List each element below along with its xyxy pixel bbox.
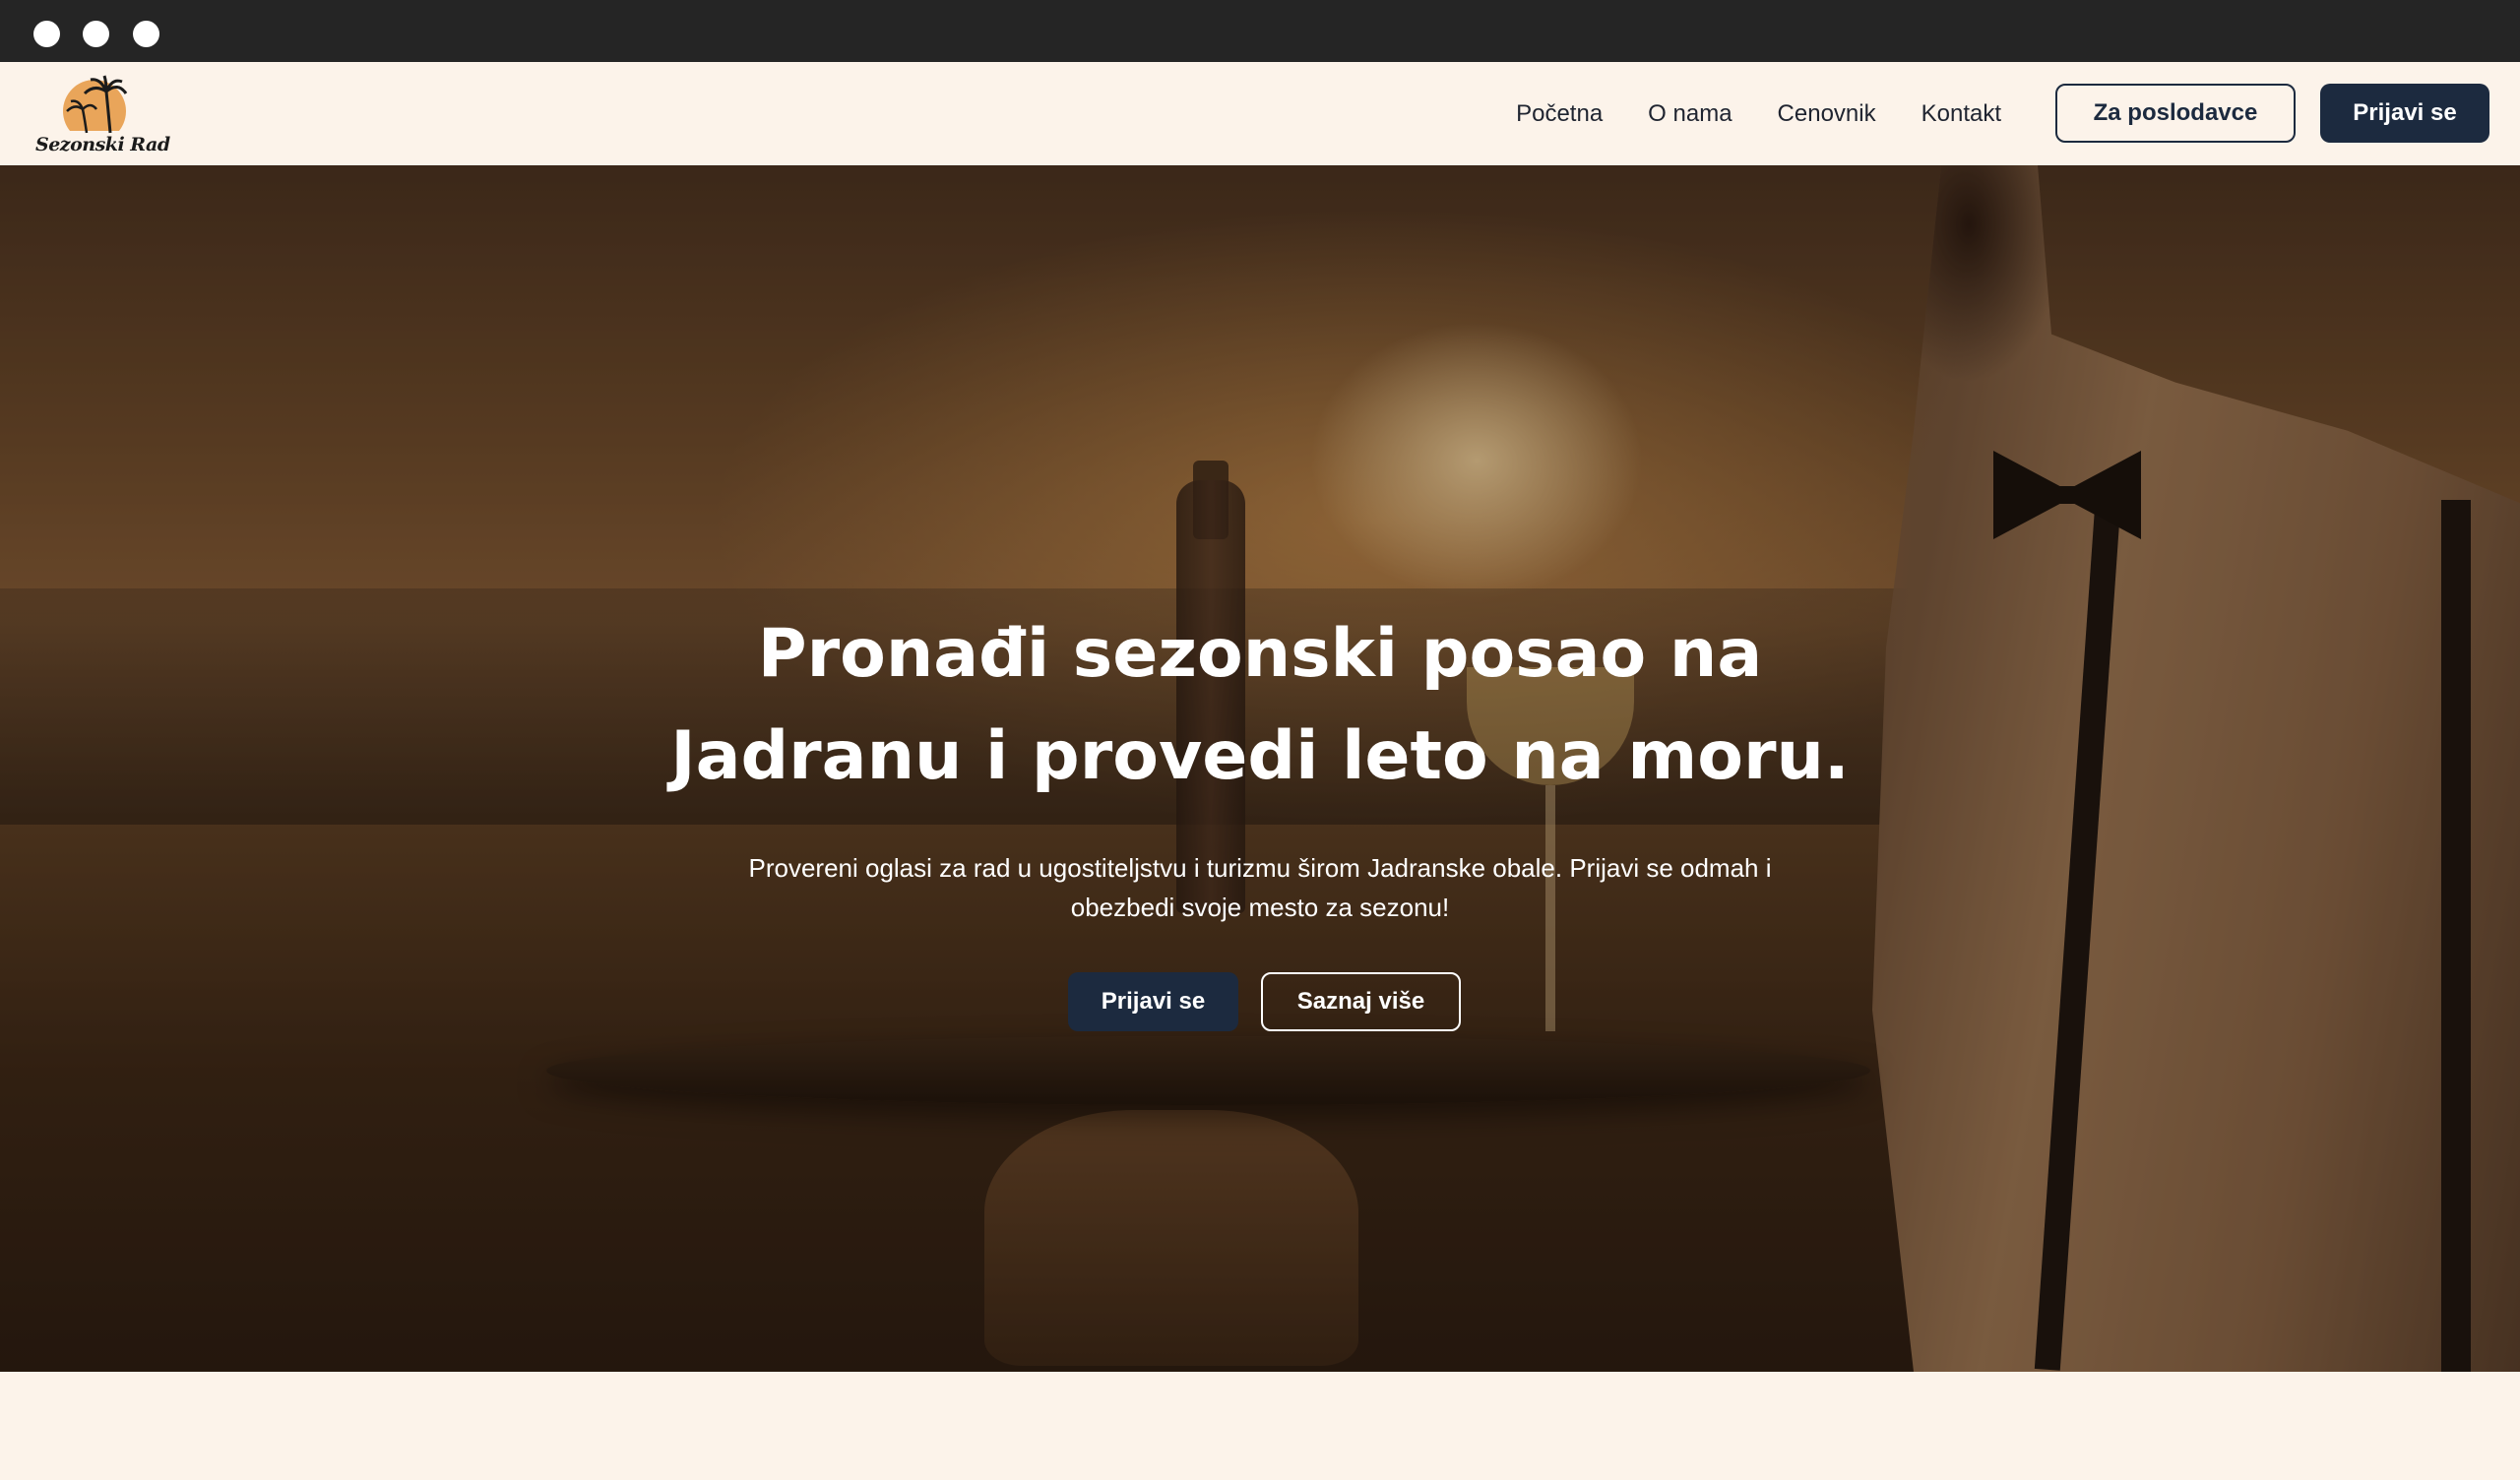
hero-section: Pronađi sezonski posao na Jadranu i prov… bbox=[0, 165, 2520, 1372]
header-signup-button[interactable]: Prijavi se bbox=[2320, 84, 2489, 143]
hero-title-line-1: Pronađi sezonski posao na bbox=[757, 615, 1763, 693]
palm-tree-sun-icon bbox=[35, 75, 158, 137]
learn-more-button[interactable]: Saznaj više bbox=[1261, 972, 1461, 1031]
main-nav: Početna O nama Cenovnik Kontakt bbox=[1516, 62, 2001, 165]
window-titlebar bbox=[0, 0, 2520, 62]
minimize-window-dot[interactable] bbox=[83, 21, 109, 47]
hero-title-line-2: Jadranu i provedi leto na moru. bbox=[670, 717, 1850, 795]
hero-subtitle-line-1: Provereni oglasi za rad u ugostiteljstvu… bbox=[748, 853, 1772, 883]
hero-title: Pronađi sezonski posao na Jadranu i prov… bbox=[0, 603, 2520, 808]
nav-link-o-nama[interactable]: O nama bbox=[1648, 100, 1732, 128]
site-logo[interactable]: Sezonski Rad bbox=[35, 72, 170, 160]
employers-button[interactable]: Za poslodavce bbox=[2055, 84, 2296, 143]
maximize-window-dot[interactable] bbox=[133, 21, 159, 47]
hero-subtitle-line-2: obezbedi svoje mesto za sezonu! bbox=[1070, 893, 1450, 922]
nav-link-kontakt[interactable]: Kontakt bbox=[1922, 100, 2001, 128]
nav-link-pocetna[interactable]: Početna bbox=[1516, 100, 1603, 128]
nav-link-cenovnik[interactable]: Cenovnik bbox=[1778, 100, 1876, 128]
site-header: Sezonski Rad Početna O nama Cenovnik Kon… bbox=[0, 62, 2520, 165]
hero-subtitle: Provereni oglasi za rad u ugostiteljstvu… bbox=[719, 848, 1801, 927]
logo-wordmark: Sezonski Rad bbox=[35, 134, 170, 155]
close-window-dot[interactable] bbox=[33, 21, 60, 47]
hero-signup-button[interactable]: Prijavi se bbox=[1068, 972, 1238, 1031]
